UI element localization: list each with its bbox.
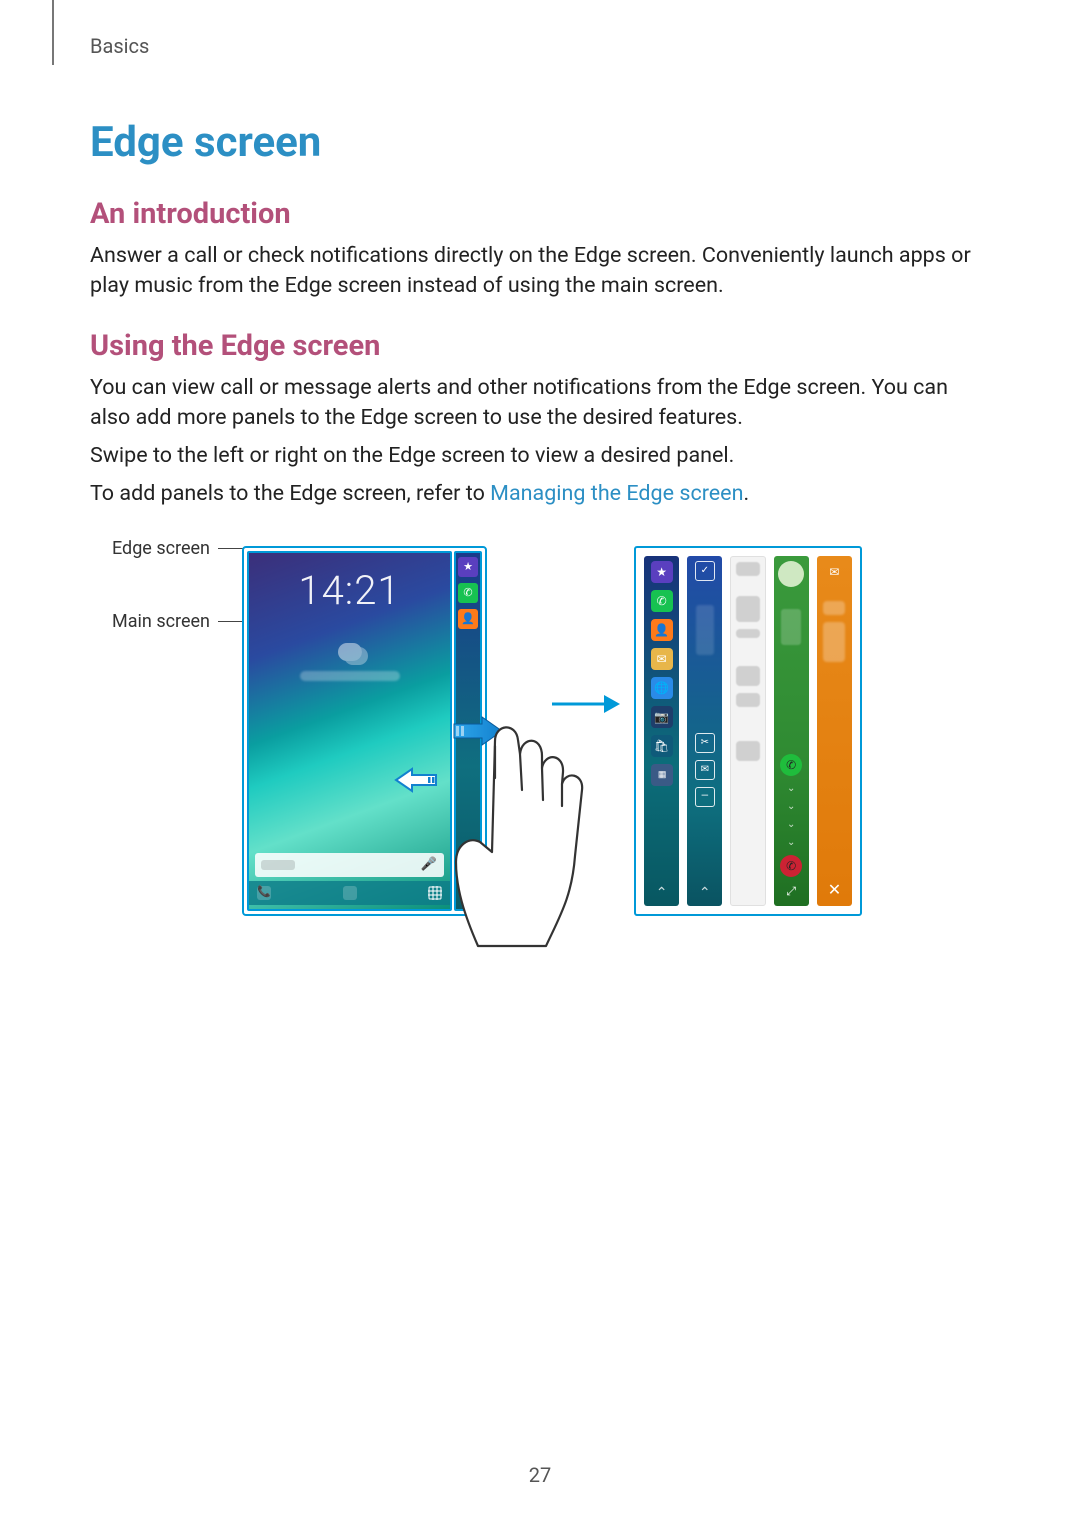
list-item [736, 596, 760, 622]
swipe-left-arrow-icon [394, 766, 438, 794]
edge-contact-icon: 👤 [458, 609, 478, 629]
lock-clock: 14:21 [249, 567, 450, 614]
lock-date [249, 614, 450, 625]
close-icon: ✕ [828, 880, 841, 903]
hand-illustration [450, 706, 610, 956]
panel-tools-chevron-up-icon: ⌃ [699, 885, 711, 903]
list-item [736, 629, 760, 638]
page-title: Edge screen [90, 118, 990, 167]
callout-main-screen: Main screen [70, 611, 210, 632]
panel-scissors-icon: ✂ [695, 733, 715, 753]
panel-message-icon: ✉ [695, 760, 715, 780]
using-p2: Swipe to the left or right on the Edge s… [90, 441, 990, 471]
call-tick-icon: ⌄ [787, 819, 795, 830]
panel-text-smear [696, 605, 714, 655]
transition-arrow-icon [550, 692, 620, 716]
list-item [736, 562, 760, 576]
panel-apps-grid-icon: ▦ [651, 764, 673, 786]
panel-globe-icon: 🌐 [651, 677, 673, 699]
using-p1: You can view call or message alerts and … [90, 373, 990, 433]
header-rule [52, 0, 54, 65]
edge-star-icon: ★ [458, 557, 478, 577]
panel-apps-chevron-up-icon: ⌃ [656, 885, 668, 903]
call-tick-icon: ⌄ [787, 801, 795, 812]
panel-call-icon: ✆ [651, 590, 673, 612]
panel-envelope-icon: ✉ [823, 561, 845, 583]
panel-strip-call: ✆ ⌄ ⌄ ⌄ ⌄ ✆ ⤢ [774, 556, 809, 906]
panel-check-icon: ✓ [695, 561, 715, 581]
section-header: Basics [90, 34, 149, 58]
panel-strip-list [730, 556, 765, 906]
edge-panels-preview: ★ ✆ 👤 ✉ 🌐 📷 🛍 ▦ ⌃ ✓ ✂ ✉ — [634, 546, 862, 916]
dock-apps-icon [428, 886, 442, 900]
dock [249, 881, 450, 905]
message-sender-smear [823, 601, 845, 615]
panel-strip-tools: ✓ ✂ ✉ — ⌃ [687, 556, 722, 906]
panel-strip-message: ✉ ✕ [817, 556, 852, 906]
reject-call-icon: ✆ [780, 855, 802, 877]
list-item [736, 666, 760, 686]
call-tick-icon: ⌄ [787, 783, 795, 794]
intro-heading: An introduction [90, 197, 990, 231]
callout-edge-screen: Edge screen [70, 538, 210, 559]
panel-contact-icon: 👤 [651, 619, 673, 641]
dock-nav-cluster [343, 886, 357, 900]
page-number: 27 [0, 1463, 1080, 1487]
tap-hint [300, 671, 400, 681]
edge-screen-figure: Edge screen Main screen 14:21 [90, 536, 990, 956]
dock-phone-icon [257, 886, 271, 900]
caller-name-smear [781, 609, 801, 645]
using-p3-prefix: To add panels to the Edge screen, refer … [90, 481, 490, 506]
panel-store-icon: 🛍 [651, 735, 673, 757]
managing-edge-link[interactable]: Managing the Edge screen [490, 481, 743, 506]
search-bar [255, 853, 444, 877]
panel-dash-icon: — [695, 787, 715, 807]
call-tick-icon: ⌄ [787, 837, 795, 848]
using-p3-suffix: . [743, 481, 749, 506]
using-p3: To add panels to the Edge screen, refer … [90, 479, 990, 509]
panel-star-icon: ★ [651, 561, 673, 583]
expand-icon: ⤢ [786, 884, 796, 903]
caller-avatar [778, 561, 804, 587]
edge-call-icon: ✆ [458, 583, 478, 603]
list-item [736, 741, 760, 761]
message-body-smear [823, 622, 845, 662]
panel-strip-apps: ★ ✆ 👤 ✉ 🌐 📷 🛍 ▦ ⌃ [644, 556, 679, 906]
panel-camera-icon: 📷 [651, 706, 673, 728]
list-item [736, 693, 760, 707]
panel-mail-icon: ✉ [651, 648, 673, 670]
weather-icon [249, 643, 450, 665]
using-heading: Using the Edge screen [90, 329, 990, 363]
accept-call-icon: ✆ [780, 754, 802, 776]
intro-body: Answer a call or check notifications dir… [90, 241, 990, 301]
phone-main-screen: 14:21 [247, 551, 452, 911]
